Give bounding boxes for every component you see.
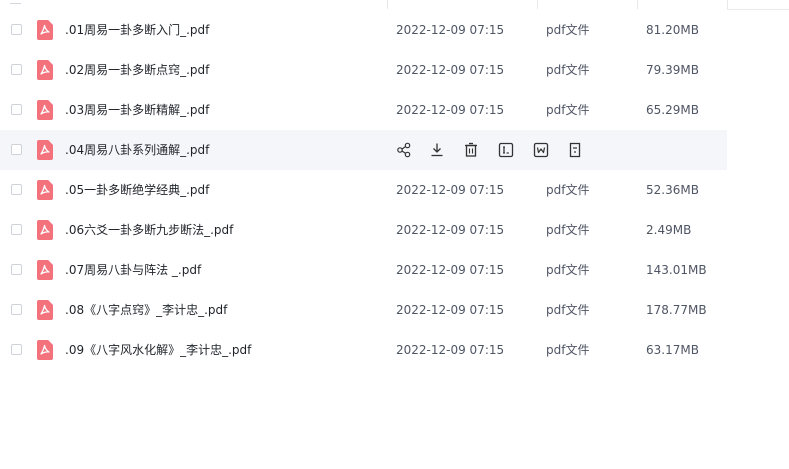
file-row[interactable]: .01周易一卦多断入门_.pdf 2022-12-09 07:15 pdf文件 …: [0, 10, 727, 50]
row-checkbox[interactable]: [11, 264, 22, 275]
pdf-icon: [37, 220, 53, 240]
file-size: 81.20MB: [646, 23, 699, 37]
row-checkbox[interactable]: [11, 24, 22, 35]
column-divider[interactable]: [637, 0, 638, 9]
column-divider[interactable]: [727, 0, 728, 9]
file-date: 2022-12-09 07:15: [396, 23, 505, 37]
file-type: pdf文件: [546, 63, 590, 77]
file-date: 2022-12-09 07:15: [396, 63, 505, 77]
file-size: 178.77MB: [646, 303, 707, 317]
file-size: 79.39MB: [646, 63, 699, 77]
file-row[interactable]: .03周易一卦多断精解_.pdf 2022-12-09 07:15 pdf文件 …: [0, 90, 727, 130]
file-name[interactable]: .07周易八卦与阵法 _.pdf: [65, 262, 201, 278]
pdf-icon: [37, 20, 53, 40]
pdf-icon: [37, 180, 53, 200]
row-checkbox[interactable]: [11, 184, 22, 195]
file-date: 2022-12-09 07:15: [396, 103, 505, 117]
file-type: pdf文件: [546, 223, 590, 237]
file-name[interactable]: .06六爻一卦多断九步断法_.pdf: [65, 222, 233, 238]
pdf-icon: [37, 260, 53, 280]
column-divider[interactable]: [387, 0, 388, 9]
file-type: pdf文件: [546, 263, 590, 277]
pdf-icon: [37, 300, 53, 320]
pdf-icon: [37, 140, 53, 160]
file-row-hovered[interactable]: .04周易八卦系列通解_.pdf: [0, 130, 727, 170]
file-row[interactable]: .07周易八卦与阵法 _.pdf 2022-12-09 07:15 pdf文件 …: [0, 250, 727, 290]
row-checkbox[interactable]: [11, 144, 22, 155]
row-checkbox[interactable]: [11, 64, 22, 75]
pdf-icon: [37, 100, 53, 120]
copy-icon[interactable]: [533, 141, 549, 159]
file-type: pdf文件: [546, 103, 590, 117]
row-checkbox[interactable]: [11, 224, 22, 235]
file-size: 65.29MB: [646, 103, 699, 117]
file-name[interactable]: .02周易一卦多断点窍_.pdf: [65, 62, 209, 78]
file-date: 2022-12-09 07:15: [396, 223, 505, 237]
column-header-strip: [0, 0, 789, 10]
file-name[interactable]: .04周易八卦系列通解_.pdf: [65, 142, 209, 158]
file-size: 63.17MB: [646, 343, 699, 357]
download-icon[interactable]: [429, 141, 445, 159]
delete-icon[interactable]: [463, 141, 479, 159]
select-all-checkbox[interactable]: [10, 0, 21, 4]
file-browser: .01周易一卦多断入门_.pdf 2022-12-09 07:15 pdf文件 …: [0, 0, 789, 469]
file-row[interactable]: .05一卦多断绝学经典_.pdf 2022-12-09 07:15 pdf文件 …: [0, 170, 727, 210]
file-type: pdf文件: [546, 183, 590, 197]
file-type: pdf文件: [546, 23, 590, 37]
file-row[interactable]: .08《八字点窍》_李计忠_.pdf 2022-12-09 07:15 pdf文…: [0, 290, 727, 330]
file-row[interactable]: .09《八字风水化解》_李计忠_.pdf 2022-12-09 07:15 pd…: [0, 330, 727, 370]
rename-icon[interactable]: [498, 141, 514, 159]
file-row[interactable]: .02周易一卦多断点窍_.pdf 2022-12-09 07:15 pdf文件 …: [0, 50, 727, 90]
file-name[interactable]: .05一卦多断绝学经典_.pdf: [65, 182, 209, 198]
row-checkbox[interactable]: [11, 104, 22, 115]
file-row[interactable]: .06六爻一卦多断九步断法_.pdf 2022-12-09 07:15 pdf文…: [0, 210, 727, 250]
pdf-icon: [37, 340, 53, 360]
file-size: 143.01MB: [646, 263, 707, 277]
file-date: 2022-12-09 07:15: [396, 183, 505, 197]
file-date: 2022-12-09 07:15: [396, 303, 505, 317]
file-type: pdf文件: [546, 303, 590, 317]
more-icon[interactable]: [567, 141, 583, 159]
file-name[interactable]: .03周易一卦多断精解_.pdf: [65, 102, 209, 118]
file-type: pdf文件: [546, 343, 590, 357]
pdf-icon: [37, 60, 53, 80]
row-checkbox[interactable]: [11, 344, 22, 355]
file-list: .01周易一卦多断入门_.pdf 2022-12-09 07:15 pdf文件 …: [0, 10, 727, 370]
file-name[interactable]: .01周易一卦多断入门_.pdf: [65, 22, 209, 38]
file-size: 52.36MB: [646, 183, 699, 197]
column-divider[interactable]: [537, 0, 538, 9]
file-name[interactable]: .09《八字风水化解》_李计忠_.pdf: [65, 342, 251, 358]
share-icon[interactable]: [396, 141, 412, 159]
file-date: 2022-12-09 07:15: [396, 343, 505, 357]
file-size: 2.49MB: [646, 223, 692, 237]
file-date: 2022-12-09 07:15: [396, 263, 505, 277]
row-checkbox[interactable]: [11, 304, 22, 315]
file-name[interactable]: .08《八字点窍》_李计忠_.pdf: [65, 302, 227, 318]
header-border: [727, 9, 789, 10]
